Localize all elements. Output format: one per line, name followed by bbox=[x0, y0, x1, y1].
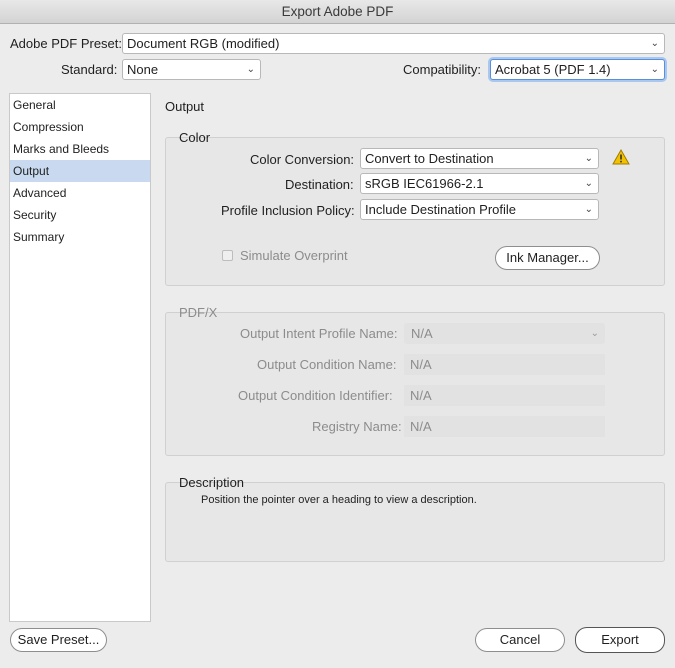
sidebar-item-general[interactable]: General bbox=[10, 94, 150, 116]
preset-label: Adobe PDF Preset: bbox=[10, 36, 122, 51]
standard-label: Standard: bbox=[61, 62, 118, 77]
compatibility-value: Acrobat 5 (PDF 1.4) bbox=[495, 62, 611, 77]
compatibility-label: Compatibility: bbox=[403, 62, 482, 77]
destination-label: Destination: bbox=[285, 177, 354, 192]
output-condition-identifier-field[interactable]: N/A bbox=[404, 385, 605, 406]
sidebar-item-compression[interactable]: Compression bbox=[10, 116, 150, 138]
warning-icon bbox=[612, 149, 630, 165]
destination-value: sRGB IEC61966-2.1 bbox=[365, 176, 484, 191]
output-condition-name-field[interactable]: N/A bbox=[404, 354, 605, 375]
export-button[interactable]: Export bbox=[575, 627, 665, 653]
destination-select[interactable]: sRGB IEC61966-2.1 ⌄ bbox=[360, 173, 599, 194]
color-conversion-value: Convert to Destination bbox=[365, 151, 494, 166]
simulate-overprint-label: Simulate Overprint bbox=[240, 248, 348, 263]
sidebar-item-marks-and-bleeds[interactable]: Marks and Bleeds bbox=[10, 138, 150, 160]
pdfx-group-title: PDF/X bbox=[179, 305, 218, 320]
profile-inclusion-label: Profile Inclusion Policy: bbox=[221, 203, 355, 218]
output-intent-select[interactable]: N/A ⌄ bbox=[404, 323, 605, 344]
simulate-overprint-checkbox[interactable] bbox=[222, 250, 233, 261]
registry-name-label: Registry Name: bbox=[312, 419, 402, 434]
preset-select[interactable]: Document RGB (modified) ⌄ bbox=[122, 33, 665, 54]
chevron-down-icon: ⌄ bbox=[650, 64, 659, 75]
output-condition-name-label: Output Condition Name: bbox=[257, 357, 397, 372]
color-conversion-label: Color Conversion: bbox=[250, 152, 355, 167]
standard-select[interactable]: None ⌄ bbox=[122, 59, 261, 80]
chevron-down-icon: ⌄ bbox=[584, 178, 593, 189]
window-title: Export Adobe PDF bbox=[0, 0, 675, 24]
output-intent-label: Output Intent Profile Name: bbox=[240, 326, 398, 341]
save-preset-button[interactable]: Save Preset... bbox=[10, 628, 107, 652]
color-conversion-select[interactable]: Convert to Destination ⌄ bbox=[360, 148, 599, 169]
sidebar: General Compression Marks and Bleeds Out… bbox=[9, 93, 151, 622]
chevron-down-icon: ⌄ bbox=[584, 204, 593, 215]
registry-name-field[interactable]: N/A bbox=[404, 416, 605, 437]
sidebar-item-security[interactable]: Security bbox=[10, 204, 150, 226]
sidebar-item-advanced[interactable]: Advanced bbox=[10, 182, 150, 204]
section-title: Output bbox=[165, 99, 205, 114]
sidebar-item-output[interactable]: Output bbox=[10, 160, 150, 182]
output-intent-value: N/A bbox=[411, 326, 433, 341]
chevron-down-icon: ⌄ bbox=[246, 64, 255, 75]
profile-inclusion-value: Include Destination Profile bbox=[365, 202, 517, 217]
chevron-down-icon: ⌄ bbox=[590, 328, 599, 339]
chevron-down-icon: ⌄ bbox=[650, 38, 659, 49]
standard-value: None bbox=[127, 62, 159, 77]
profile-inclusion-select[interactable]: Include Destination Profile ⌄ bbox=[360, 199, 599, 220]
output-condition-identifier-label: Output Condition Identifier: bbox=[238, 388, 393, 403]
color-group-title: Color bbox=[179, 130, 211, 145]
description-text: Position the pointer over a heading to v… bbox=[201, 494, 477, 506]
preset-value: Document RGB (modified) bbox=[127, 36, 280, 51]
ink-manager-button[interactable]: Ink Manager... bbox=[495, 246, 600, 270]
description-title: Description bbox=[179, 475, 245, 490]
compatibility-select[interactable]: Acrobat 5 (PDF 1.4) ⌄ bbox=[490, 59, 665, 80]
cancel-button[interactable]: Cancel bbox=[475, 628, 565, 652]
sidebar-item-summary[interactable]: Summary bbox=[10, 226, 150, 248]
chevron-down-icon: ⌄ bbox=[584, 153, 593, 164]
